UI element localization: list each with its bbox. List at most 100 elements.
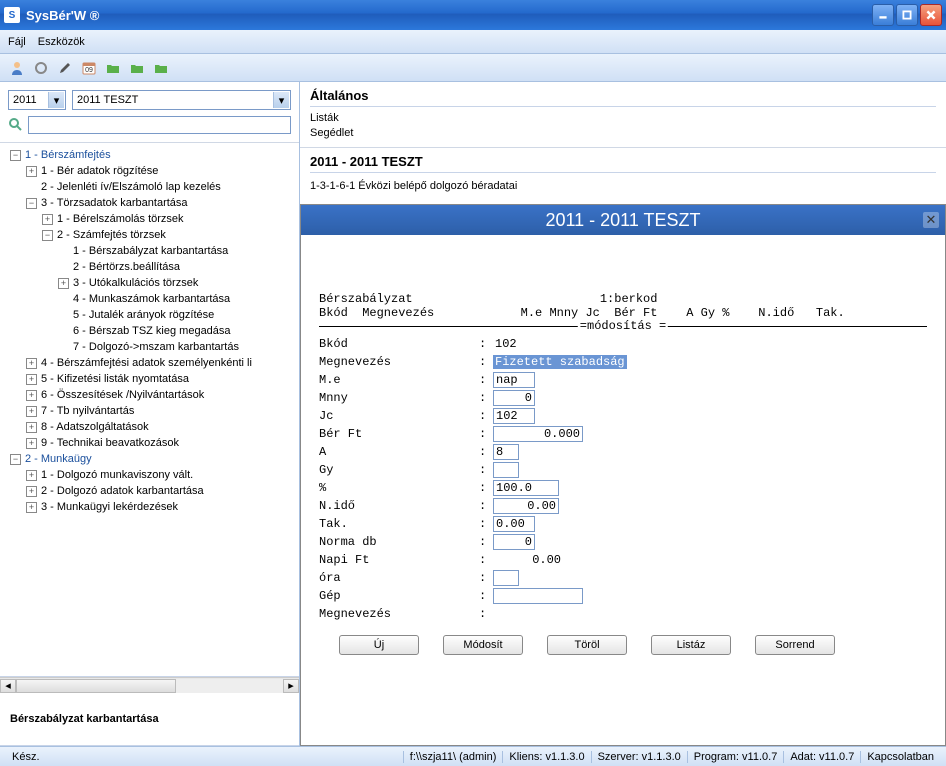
toolbar-folder1-icon[interactable]	[102, 57, 124, 79]
menu-tools[interactable]: Eszközök	[38, 36, 85, 48]
field-label: Megnevezés	[319, 607, 479, 621]
tree-node[interactable]: 7 - Dolgozó->mszam karbantartás	[73, 341, 239, 353]
input-gep[interactable]	[493, 588, 583, 604]
toolbar-folder2-icon[interactable]	[126, 57, 148, 79]
field-label: Megnevezés	[319, 355, 479, 369]
tree-expand-icon[interactable]: +	[26, 358, 37, 369]
status-path: f:\\szja11\ (admin)	[403, 751, 503, 763]
form-close-button[interactable]: ✕	[923, 212, 939, 228]
tree-node[interactable]: 1 - Bér adatok rögzítése	[41, 165, 158, 177]
input-jc[interactable]	[493, 408, 535, 424]
tree-collapse-icon[interactable]: −	[42, 230, 53, 241]
tree-expand-icon[interactable]: +	[26, 422, 37, 433]
field-label: Jc	[319, 409, 479, 423]
input-gy[interactable]	[493, 462, 519, 478]
input-norma[interactable]	[493, 534, 535, 550]
svg-text:09: 09	[85, 67, 93, 74]
tree-node[interactable]: 7 - Tb nyilvántartás	[41, 405, 134, 417]
tree-node[interactable]: 3 - Utókalkulációs törzsek	[73, 277, 198, 289]
tree-node[interactable]: 3 - Munkaügyi lekérdezések	[41, 501, 178, 513]
menu-file[interactable]: Fájl	[8, 36, 26, 48]
tree-node[interactable]: 1 - Bérelszámolás törzsek	[57, 213, 184, 225]
input-a[interactable]	[493, 444, 519, 460]
tree-node[interactable]: 6 - Összesítések /Nyilvántartások	[41, 389, 204, 401]
year-select[interactable]: 2011 ▾	[8, 90, 66, 110]
navigation-tree[interactable]: −1 - Bérszámfejtés +1 - Bér adatok rögzí…	[0, 143, 299, 519]
toolbar-user-icon[interactable]	[6, 57, 28, 79]
maximize-button[interactable]	[896, 4, 918, 26]
tree-expand-icon[interactable]: +	[58, 278, 69, 289]
field-label: Bér Ft	[319, 427, 479, 441]
tree-expand-icon[interactable]: +	[26, 438, 37, 449]
tree-node[interactable]: 1 - Dolgozó munkaviszony vált.	[41, 469, 193, 481]
tree-node[interactable]: 6 - Bérszab TSZ kieg megadása	[73, 325, 231, 337]
field-value-megnevezes[interactable]: Fizetett szabadság	[493, 355, 627, 369]
search-icon	[8, 117, 24, 133]
tree-collapse-icon[interactable]: −	[10, 150, 21, 161]
input-ora[interactable]	[493, 570, 519, 586]
input-tak[interactable]	[493, 516, 535, 532]
field-label: Gép	[319, 589, 479, 603]
link-lists[interactable]: Listák	[310, 111, 936, 126]
tree-node[interactable]: 2 - Számfejtés törzsek	[57, 229, 166, 241]
toolbar-calendar-icon[interactable]: 09	[78, 57, 100, 79]
tree-node[interactable]: 4 - Bérszámfejtési adatok személyenkénti…	[41, 357, 252, 369]
search-input[interactable]	[28, 116, 291, 134]
new-button[interactable]: Új	[339, 635, 419, 655]
toolbar-pencil-icon[interactable]	[54, 57, 76, 79]
tree-node[interactable]: 5 - Jutalék arányok rögzítése	[73, 309, 214, 321]
tree-expand-icon[interactable]: +	[42, 214, 53, 225]
link-help[interactable]: Segédlet	[310, 126, 936, 141]
tree-node[interactable]: 4 - Munkaszámok karbantartása	[73, 293, 230, 305]
tree-node[interactable]: 8 - Adatszolgáltatások	[41, 421, 149, 433]
tree-expand-icon[interactable]: +	[26, 406, 37, 417]
form-header: Bérszabályzat 1:berkod Bkód Megnevezés M…	[319, 292, 927, 320]
session-heading: 2011 - 2011 TESZT	[310, 154, 936, 173]
tree-collapse-icon[interactable]: −	[10, 454, 21, 465]
delete-button[interactable]: Töröl	[547, 635, 627, 655]
input-nido[interactable]	[493, 498, 559, 514]
tree-expand-icon[interactable]: +	[26, 390, 37, 401]
tree-node[interactable]: 2 - Bértörzs.beállítása	[73, 261, 180, 273]
list-button[interactable]: Listáz	[651, 635, 731, 655]
toolbar-folder3-icon[interactable]	[150, 57, 172, 79]
dropdown-arrow-icon: ▾	[273, 92, 289, 108]
field-label: Mnny	[319, 391, 479, 405]
order-button[interactable]: Sorrend	[755, 635, 835, 655]
tree-node[interactable]: 2 - Dolgozó adatok karbantartása	[41, 485, 204, 497]
tree-node[interactable]: 5 - Kifizetési listák nyomtatása	[41, 373, 189, 385]
tree-node[interactable]: 1 - Bérszámfejtés	[25, 149, 111, 161]
tree-node[interactable]: 3 - Törzsadatok karbantartása	[41, 197, 188, 209]
form-titlebar: 2011 - 2011 TESZT ✕	[301, 205, 945, 235]
tree-expand-icon[interactable]: +	[26, 166, 37, 177]
status-server: Szerver: v1.1.3.0	[591, 751, 687, 763]
input-percent[interactable]	[493, 480, 559, 496]
scroll-left-icon[interactable]: ◂	[0, 679, 16, 693]
tree-node[interactable]: 2 - Jelenléti ív/Elszámoló lap kezelés	[41, 181, 221, 193]
scroll-thumb[interactable]	[16, 679, 176, 693]
window-titlebar: S SysBér'W ®	[0, 0, 946, 30]
tree-collapse-icon[interactable]: −	[26, 198, 37, 209]
field-label: M.e	[319, 373, 479, 387]
tree-node[interactable]: 9 - Technikai beavatkozások	[41, 437, 179, 449]
tree-expand-icon[interactable]: +	[26, 470, 37, 481]
tree-expand-icon[interactable]: +	[26, 374, 37, 385]
field-label: Bkód	[319, 337, 479, 351]
modify-button[interactable]: Módosít	[443, 635, 523, 655]
input-mnny[interactable]	[493, 390, 535, 406]
scroll-right-icon[interactable]: ▸	[283, 679, 299, 693]
input-me[interactable]	[493, 372, 535, 388]
toolbar-circle-icon[interactable]	[30, 57, 52, 79]
input-berft[interactable]	[493, 426, 583, 442]
minimize-button[interactable]	[872, 4, 894, 26]
tree-expand-icon[interactable]: +	[26, 486, 37, 497]
left-panel: 2011 ▾ 2011 TESZT ▾ −1 - Bérszámfejtés +	[0, 82, 300, 746]
tree-expand-icon[interactable]: +	[26, 502, 37, 513]
close-button[interactable]	[920, 4, 942, 26]
history-item[interactable]: 1-3-1-6-1 Évközi belépő dolgozó béradata…	[310, 179, 936, 193]
year-select-value: 2011	[13, 94, 37, 106]
tree-horizontal-scrollbar[interactable]: ◂ ▸	[0, 677, 299, 693]
company-select[interactable]: 2011 TESZT ▾	[72, 90, 291, 110]
tree-node[interactable]: 2 - Munkaügy	[25, 453, 92, 465]
tree-node[interactable]: 1 - Bérszabályzat karbantartása	[73, 245, 228, 257]
